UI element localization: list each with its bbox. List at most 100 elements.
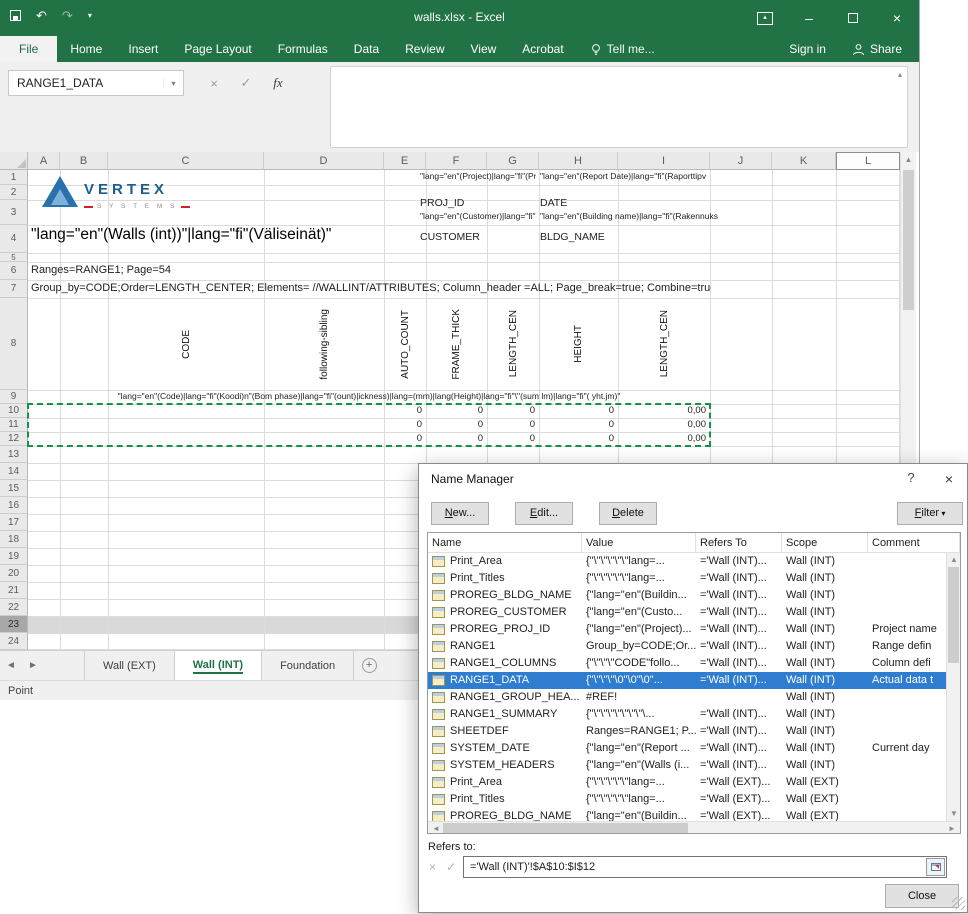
name-row[interactable]: RANGE1_SUMMARY {"\"\"\"\"\"\"\"\... ='Wall… bbox=[428, 706, 946, 723]
cell[interactable]: 0 bbox=[384, 418, 426, 432]
cell[interactable]: "lang="en"(Building name)|lang="fi"(Rake… bbox=[540, 211, 908, 221]
column-header-f[interactable]: F bbox=[426, 152, 487, 170]
row-header[interactable]: 8 bbox=[0, 298, 28, 390]
row-header[interactable]: 7 bbox=[0, 280, 28, 298]
name-row[interactable]: Print_Area {"\"\"\"\"\"lang=... ='Wall (IN… bbox=[428, 553, 946, 570]
cell[interactable]: 0,00 bbox=[618, 418, 710, 432]
maximize-button[interactable] bbox=[831, 0, 875, 36]
cell-vertical-header[interactable]: LENGTH_CEN bbox=[487, 298, 539, 390]
row-header[interactable]: 5 bbox=[0, 253, 28, 262]
name-box-dropdown-icon[interactable]: ▾ bbox=[163, 78, 183, 88]
sheet-tab-wall-int[interactable]: Wall (INT) bbox=[174, 651, 263, 680]
row-header[interactable]: 14 bbox=[0, 463, 28, 480]
column-header-i[interactable]: I bbox=[618, 152, 710, 170]
name-row[interactable]: PROREG_PROJ_ID {"lang="en"(Project)... ='W… bbox=[428, 621, 946, 638]
cell-vertical-header[interactable]: HEIGHT bbox=[539, 298, 618, 390]
cell-vertical-header[interactable]: following-sibling bbox=[264, 298, 384, 390]
row-header[interactable]: 13 bbox=[0, 446, 28, 463]
cell-group-definition[interactable]: Group_by=CODE;Order=LENGTH_CENTER; Eleme… bbox=[31, 282, 711, 295]
cell-column-header-row[interactable]: "lang="en"(Code)|lang="fi"(Koodi)n"(Bom … bbox=[28, 391, 710, 401]
row-header[interactable]: 12 bbox=[0, 432, 28, 446]
row-header[interactable]: 24 bbox=[0, 633, 28, 650]
insert-function-icon[interactable]: fx bbox=[262, 75, 294, 91]
column-header-a[interactable]: A bbox=[28, 152, 60, 170]
col-header-refers-to[interactable]: Refers To bbox=[696, 533, 782, 553]
list-vscrollbar[interactable]: ▲ ▼ bbox=[946, 553, 960, 821]
cell[interactable]: "lang="en"(Project)|lang="fi"(Pr bbox=[420, 171, 536, 181]
share-button[interactable]: Share bbox=[839, 36, 915, 62]
cell-sheet-title[interactable]: "lang="en"(Walls (int))"|lang="fi"(Välis… bbox=[31, 226, 591, 250]
scroll-left-icon[interactable]: ◄ bbox=[429, 822, 443, 833]
name-row[interactable]: RANGE1 Group_by=CODE;Or... ='Wall (INT)...… bbox=[428, 638, 946, 655]
name-box[interactable]: RANGE1_DATA ▾ bbox=[8, 70, 184, 96]
sheet-tab-foundation[interactable]: Foundation bbox=[262, 651, 355, 680]
new-button[interactable]: New... bbox=[431, 502, 489, 525]
cell[interactable]: 0,00 bbox=[618, 432, 710, 446]
column-header-b[interactable]: B bbox=[60, 152, 108, 170]
scroll-thumb[interactable] bbox=[948, 567, 959, 663]
column-header-g[interactable]: G bbox=[487, 152, 539, 170]
cell[interactable]: 0 bbox=[539, 418, 618, 432]
name-row[interactable]: RANGE1_GROUP_HEA... #REF! Wall (INT) bbox=[428, 689, 946, 706]
row-header[interactable]: 9 bbox=[0, 390, 28, 404]
row-header[interactable]: 11 bbox=[0, 418, 28, 432]
column-header-k[interactable]: K bbox=[772, 152, 836, 170]
row-header[interactable]: 6 bbox=[0, 262, 28, 280]
row-header[interactable]: 16 bbox=[0, 497, 28, 514]
name-row[interactable]: Print_Titles {"\"\"\"\"\"lang=... ='Wall (… bbox=[428, 791, 946, 808]
row-header[interactable]: 3 bbox=[0, 200, 28, 225]
name-row[interactable]: Print_Area {"\"\"\"\"\"lang=... ='Wall (EX… bbox=[428, 774, 946, 791]
name-row[interactable]: SYSTEM_DATE {"lang="en"(Report ... ='Wall … bbox=[428, 740, 946, 757]
cell[interactable]: 0 bbox=[384, 432, 426, 446]
close-button[interactable]: Close bbox=[885, 884, 959, 908]
cell[interactable]: 0 bbox=[426, 418, 487, 432]
ribbon-tab-insert[interactable]: Insert bbox=[115, 36, 171, 62]
dialog-close-icon[interactable]: × bbox=[931, 464, 967, 494]
row-header[interactable]: 19 bbox=[0, 548, 28, 565]
window-close-button[interactable]: × bbox=[875, 0, 919, 36]
cell[interactable]: 0 bbox=[426, 404, 487, 418]
row-header[interactable]: 22 bbox=[0, 599, 28, 616]
cell[interactable]: 0,00 bbox=[618, 404, 710, 418]
cell[interactable]: 0 bbox=[426, 432, 487, 446]
cell-vertical-header[interactable]: FRAME_THICK bbox=[426, 298, 487, 390]
column-header-j[interactable]: J bbox=[710, 152, 772, 170]
tell-me[interactable]: Tell me... bbox=[577, 36, 668, 62]
column-header-h[interactable]: H bbox=[539, 152, 618, 170]
formula-enter-icon[interactable]: ✓ bbox=[230, 75, 262, 91]
dialog-help-icon[interactable]: ? bbox=[897, 470, 925, 485]
scroll-right-icon[interactable]: ► bbox=[945, 822, 959, 833]
column-header-l[interactable]: L bbox=[836, 152, 900, 170]
cell[interactable]: 0 bbox=[487, 418, 539, 432]
ribbon-tab-view[interactable]: View bbox=[458, 36, 510, 62]
select-all-corner[interactable] bbox=[0, 152, 28, 170]
row-header[interactable]: 1 bbox=[0, 170, 28, 185]
row-header[interactable]: 10 bbox=[0, 404, 28, 418]
cell[interactable]: "lang="en"(Customer)|lang="fi"( bbox=[420, 211, 536, 221]
ribbon-tab-page-layout[interactable]: Page Layout bbox=[171, 36, 264, 62]
column-header-e[interactable]: E bbox=[384, 152, 426, 170]
col-header-value[interactable]: Value bbox=[582, 533, 696, 553]
sheet-scroll-left-icon[interactable]: ◄ bbox=[0, 651, 22, 680]
row-header[interactable]: 4 bbox=[0, 225, 28, 253]
cell[interactable]: 0 bbox=[487, 432, 539, 446]
ribbon-tab-review[interactable]: Review bbox=[392, 36, 457, 62]
cell[interactable]: PROJ_ID bbox=[420, 197, 520, 210]
cell-range-definition[interactable]: Ranges=RANGE1; Page=54 bbox=[31, 264, 431, 277]
resize-grip-icon[interactable] bbox=[952, 897, 965, 910]
name-row[interactable]: RANGE1_COLUMNS {"\"\"\"CODE"follo... ='Wal… bbox=[428, 655, 946, 672]
edit-button[interactable]: Edit... bbox=[515, 502, 573, 525]
cell[interactable]: 0 bbox=[539, 404, 618, 418]
list-hscrollbar[interactable]: ◄ ► bbox=[428, 821, 960, 833]
refers-to-input[interactable]: ='Wall (INT)'!$A$10:$I$12 bbox=[463, 856, 947, 878]
scroll-thumb[interactable] bbox=[443, 823, 688, 833]
scroll-up-icon[interactable]: ▲ bbox=[901, 155, 916, 164]
cell[interactable]: 0 bbox=[487, 404, 539, 418]
delete-button[interactable]: Delete bbox=[599, 502, 657, 525]
scroll-up-icon[interactable]: ▲ bbox=[947, 553, 960, 567]
formula-bar-collapse-icon[interactable]: ▴ bbox=[898, 70, 902, 79]
filter-button[interactable]: Filter ▾ bbox=[897, 502, 963, 525]
scroll-thumb[interactable] bbox=[903, 170, 914, 310]
ribbon-tab-home[interactable]: Home bbox=[57, 36, 115, 62]
name-row[interactable]: PROREG_CUSTOMER {"lang="en"(Custo... ='Wal… bbox=[428, 604, 946, 621]
